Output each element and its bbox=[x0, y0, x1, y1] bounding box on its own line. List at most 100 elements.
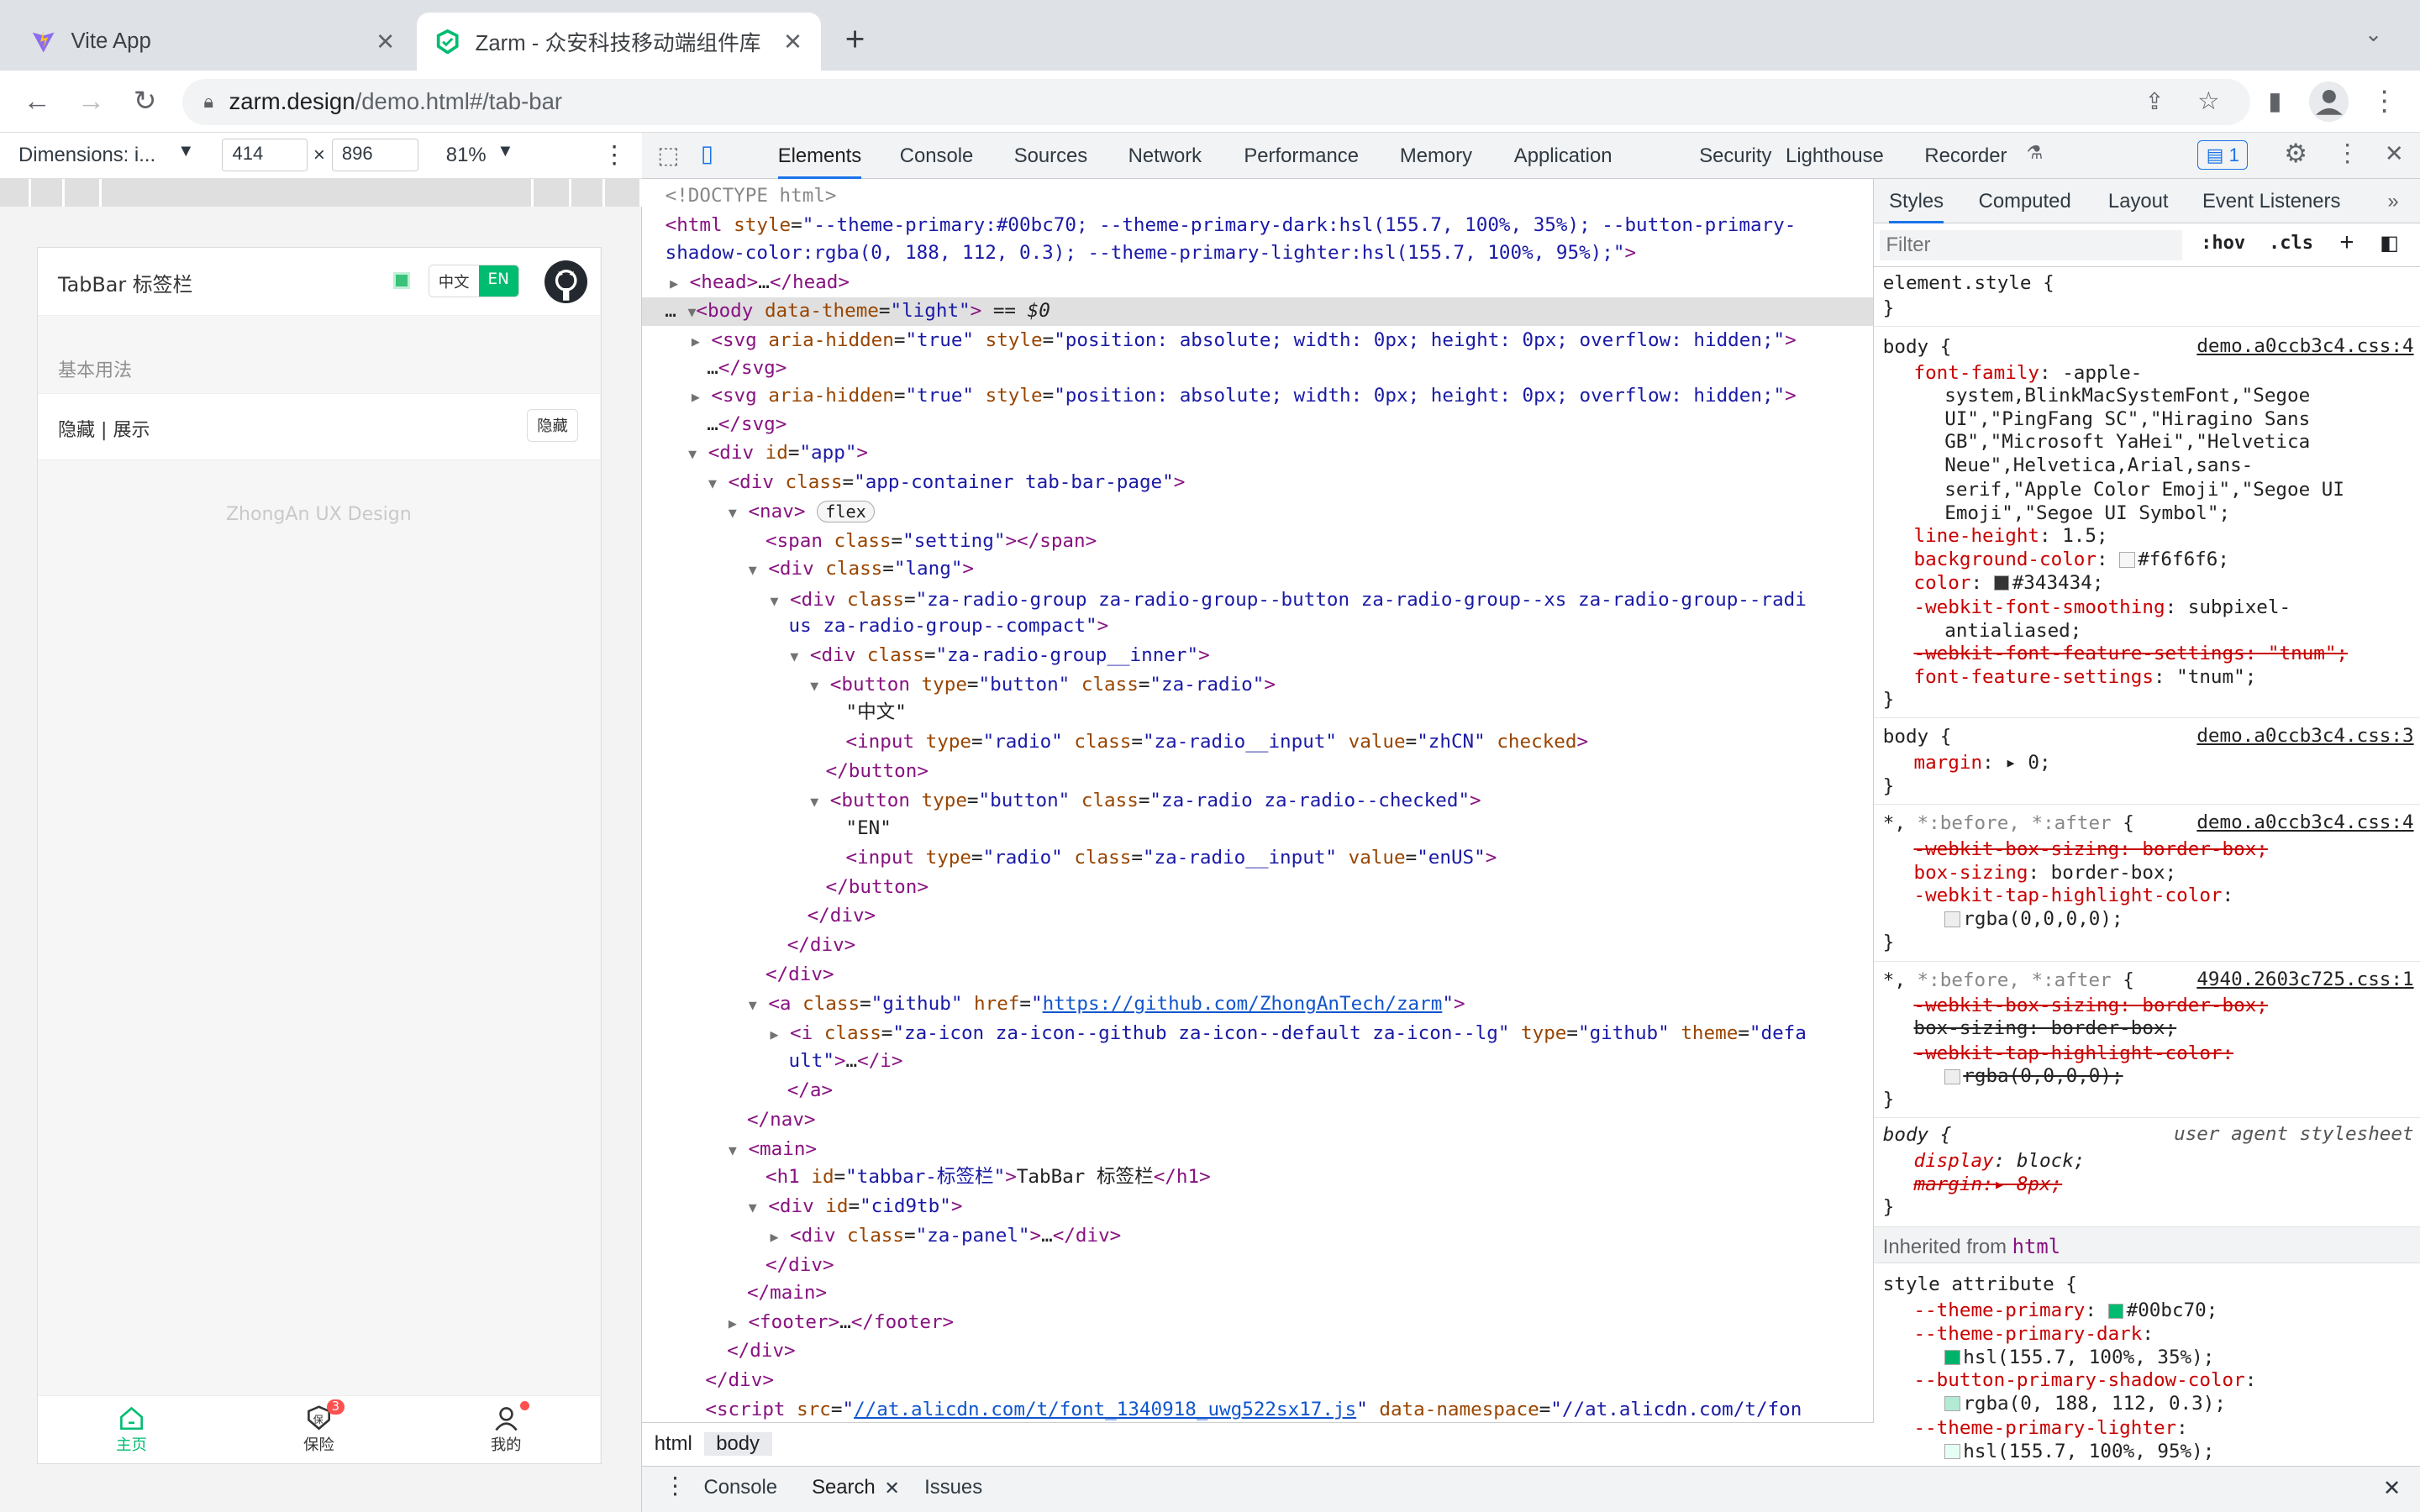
color-swatch[interactable] bbox=[2119, 552, 2135, 568]
theme-setting-icon[interactable] bbox=[392, 272, 410, 290]
dom-node[interactable]: ▶ <head>…</head> bbox=[670, 269, 850, 297]
dom-node[interactable]: ▼ <div class="app-container tab-bar-page… bbox=[708, 469, 1185, 496]
dom-node[interactable]: ▼ <nav> flex bbox=[729, 498, 875, 526]
tab-recorder[interactable]: Recorder bbox=[1924, 133, 2007, 179]
tab-lighthouse[interactable]: Lighthouse bbox=[1786, 133, 1884, 179]
style-declaration[interactable]: -webkit-font-smoothing: subpixel- bbox=[1914, 596, 2291, 620]
tab-memory[interactable]: Memory bbox=[1400, 133, 1472, 179]
drawer-menu-icon[interactable]: ⋮ bbox=[664, 1473, 687, 1499]
bookmark-star-icon[interactable]: ☆ bbox=[2190, 83, 2227, 120]
breadcrumb-item-html[interactable]: html bbox=[655, 1432, 692, 1456]
side-panel-icon[interactable]: ▮ bbox=[2256, 83, 2293, 120]
style-rule[interactable]: body { bbox=[1883, 335, 1952, 360]
new-tab-icon[interactable]: + bbox=[836, 22, 873, 59]
drawer-tab-console[interactable]: Console bbox=[704, 1476, 778, 1499]
style-declaration[interactable]: font-family: -apple- bbox=[1914, 361, 2143, 386]
style-rule[interactable]: body { bbox=[1883, 1123, 1952, 1147]
color-swatch[interactable] bbox=[1944, 1396, 1960, 1412]
dom-node[interactable]: ▼ <div class="za-radio-group__inner"> bbox=[790, 642, 1209, 669]
style-declaration[interactable]: --theme-primary-lighter: bbox=[1914, 1416, 2188, 1441]
dom-node[interactable]: ▶ <svg aria-hidden="true" style="positio… bbox=[692, 382, 1797, 410]
media-query-bar[interactable] bbox=[0, 179, 643, 207]
dimensions-select[interactable]: Dimensions: i... bbox=[18, 144, 155, 167]
dom-node[interactable]: shadow-color:rgba(0, 188, 112, 0.3); --t… bbox=[666, 239, 1636, 267]
dom-node[interactable]: ▼ <div class="lang"> bbox=[749, 555, 974, 583]
share-icon[interactable]: ⇪ bbox=[2136, 83, 2173, 120]
stylesheet-link[interactable]: demo.a0ccb3c4.css:4 bbox=[2196, 335, 2413, 357]
stylesheet-link[interactable]: demo.a0ccb3c4.css:3 bbox=[2196, 725, 2413, 747]
dom-node[interactable]: ▼ <button type="button" class="za-radio … bbox=[810, 787, 1481, 815]
address-bar[interactable]: 🔒︎ zarm.design/demo.html#/tab-bar bbox=[182, 78, 2250, 125]
lang-option-zh[interactable]: 中文 bbox=[429, 265, 479, 297]
dom-node[interactable]: <html style="--theme-primary:#00bc70; --… bbox=[666, 212, 1797, 239]
drawer-tab-issues[interactable]: Issues bbox=[924, 1476, 982, 1499]
dom-node[interactable]: <input type="radio" class="za-radio__inp… bbox=[846, 728, 1589, 756]
browser-tab-vite[interactable]: Vite App ✕ bbox=[13, 13, 414, 71]
close-tab-icon[interactable]: ✕ bbox=[783, 29, 802, 55]
style-declaration[interactable]: -webkit-tap-highlight-color: bbox=[1914, 884, 2234, 908]
tab-console[interactable]: Console bbox=[900, 133, 974, 179]
close-devtools-icon[interactable]: ✕ bbox=[2385, 140, 2404, 167]
stylesheet-link[interactable]: demo.a0ccb3c4.css:4 bbox=[2196, 811, 2413, 833]
style-declaration[interactable]: -webkit-tap-highlight-color: bbox=[1914, 1042, 2234, 1066]
color-swatch[interactable] bbox=[2107, 1303, 2123, 1320]
style-rule[interactable]: body { bbox=[1883, 725, 1952, 749]
dom-node[interactable]: ▶ <svg aria-hidden="true" style="positio… bbox=[692, 327, 1797, 354]
style-declaration[interactable]: --button-primary-shadow-color: bbox=[1914, 1368, 2257, 1393]
hov-toggle[interactable]: :hov bbox=[2201, 233, 2245, 254]
tab-event-listeners[interactable]: Event Listeners bbox=[2202, 179, 2340, 223]
dom-node[interactable]: ult">…</i> bbox=[789, 1047, 903, 1075]
tab-elements[interactable]: Elements bbox=[777, 133, 862, 180]
tabbar-item-insurance[interactable]: 保 3 保险 bbox=[225, 1396, 413, 1463]
dom-node[interactable]: "中文" bbox=[846, 699, 907, 727]
style-declaration[interactable]: -webkit-box-sizing: border-box; bbox=[1914, 994, 2268, 1018]
breadcrumb-item-body[interactable]: body bbox=[703, 1432, 772, 1457]
width-input[interactable]: 414 bbox=[222, 139, 308, 171]
dom-node[interactable]: </button> bbox=[826, 758, 929, 785]
close-drawer-icon[interactable]: ✕ bbox=[2383, 1476, 2402, 1501]
dom-node-selected[interactable]: … ▼<body data-theme="light"> == $0 bbox=[642, 297, 1873, 326]
style-declaration[interactable]: color: #343434; bbox=[1914, 571, 2104, 596]
dom-node[interactable]: ▼ <div id="cid9tb"> bbox=[749, 1193, 963, 1221]
forward-arrow-icon[interactable]: → bbox=[72, 83, 109, 120]
color-swatch[interactable] bbox=[1944, 1068, 1960, 1084]
dom-node[interactable]: ▼ <div class="za-radio-group za-radio-gr… bbox=[771, 586, 1807, 614]
color-swatch[interactable] bbox=[1944, 911, 1960, 927]
dom-node[interactable]: </div> bbox=[787, 932, 856, 959]
style-rule[interactable]: *, *:before, *:after { bbox=[1883, 811, 2134, 836]
toggle-sidebar-icon[interactable]: ◧ bbox=[2380, 231, 2399, 255]
tabbar-item-mine[interactable]: 我的 bbox=[413, 1396, 600, 1463]
inherited-from-html[interactable]: html bbox=[2012, 1235, 2060, 1258]
dom-node[interactable]: …</svg> bbox=[707, 354, 786, 382]
style-rule[interactable]: element.style { bbox=[1883, 271, 2054, 296]
new-rule-icon[interactable]: + bbox=[2339, 228, 2354, 257]
chevron-down-icon[interactable]: ▼ bbox=[497, 142, 513, 161]
chevron-down-icon[interactable]: ▼ bbox=[177, 142, 194, 161]
dom-node[interactable]: <input type="radio" class="za-radio__inp… bbox=[846, 844, 1497, 872]
dom-node[interactable]: …</svg> bbox=[707, 411, 786, 438]
dom-node[interactable]: <!DOCTYPE html> bbox=[666, 182, 837, 210]
style-rule[interactable]: style attribute { bbox=[1883, 1273, 2077, 1297]
dom-node[interactable]: ▶ <div class="za-panel">…</div> bbox=[771, 1222, 1122, 1250]
style-declaration[interactable]: margin: ▸ 0; bbox=[1914, 751, 2051, 775]
dom-node[interactable]: </main> bbox=[747, 1279, 827, 1307]
dom-node[interactable]: </div> bbox=[765, 961, 834, 989]
lang-option-en[interactable]: EN bbox=[478, 265, 518, 297]
cls-toggle[interactable]: .cls bbox=[2269, 233, 2313, 254]
color-swatch[interactable] bbox=[1944, 1443, 1960, 1460]
hide-button[interactable]: 隐藏 bbox=[527, 408, 578, 442]
dom-node[interactable]: </div> bbox=[705, 1367, 774, 1394]
color-swatch[interactable] bbox=[1993, 575, 2010, 591]
dom-node[interactable]: ▼ <button type="button" class="za-radio"… bbox=[810, 671, 1276, 699]
tab-layout[interactable]: Layout bbox=[2108, 179, 2169, 223]
browser-tab-zarm[interactable]: Zarm - 众安科技移动端组件库 ✕ bbox=[416, 12, 822, 71]
profile-avatar-icon[interactable] bbox=[2308, 81, 2349, 123]
drawer-tab-search[interactable]: Search bbox=[812, 1476, 876, 1499]
dom-node[interactable]: us za-radio-group--compact"> bbox=[789, 612, 1109, 640]
tab-performance[interactable]: Performance bbox=[1244, 133, 1359, 179]
tab-computed[interactable]: Computed bbox=[1979, 179, 2071, 223]
back-arrow-icon[interactable]: ← bbox=[18, 83, 55, 120]
tab-application[interactable]: Application bbox=[1514, 133, 1612, 179]
dom-node[interactable]: ▼ <main> bbox=[729, 1136, 817, 1163]
dom-node[interactable]: ▼ <a class="github" href="https://github… bbox=[749, 990, 1465, 1018]
